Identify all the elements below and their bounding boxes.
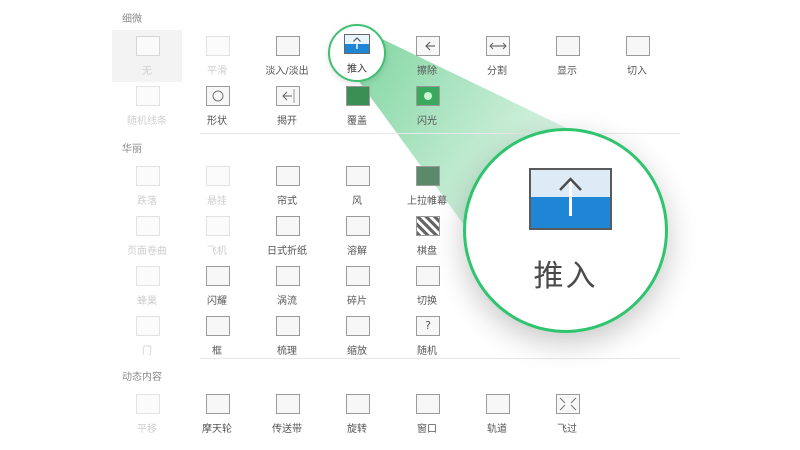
split-icon — [486, 36, 510, 56]
cover-icon — [346, 86, 370, 106]
transition-checkerboard[interactable]: 棋盘 — [392, 210, 462, 262]
divider — [200, 133, 680, 134]
transition-prestige[interactable]: 上拉帷幕 — [392, 160, 462, 212]
rotate-icon — [346, 394, 370, 414]
push-icon — [529, 168, 612, 230]
section-label-subtle: 细微 — [122, 14, 142, 25]
zoom-icon — [346, 316, 370, 336]
fade-icon — [276, 36, 300, 56]
transition-push-highlight[interactable]: 推入 — [328, 24, 386, 82]
fall-over-icon — [136, 166, 160, 186]
transition-cut[interactable]: 切入 — [602, 30, 672, 82]
morph-icon — [206, 36, 230, 56]
push-icon — [344, 34, 370, 54]
shred-icon — [346, 266, 370, 286]
conveyor-icon — [276, 394, 300, 414]
ferris-wheel-icon — [206, 394, 230, 414]
reveal-icon — [556, 36, 580, 56]
none-icon — [136, 36, 160, 56]
dissolve-icon — [346, 216, 370, 236]
checkerboard-icon — [416, 216, 440, 236]
shape-icon — [206, 86, 230, 106]
transition-switch[interactable]: 切换 — [392, 260, 462, 312]
doors-icon — [136, 316, 160, 336]
random-bars-icon — [136, 86, 160, 106]
fly-through-icon — [556, 394, 580, 414]
wind-icon — [346, 166, 370, 186]
cut-icon — [626, 36, 650, 56]
origami-icon — [276, 216, 300, 236]
transition-fade[interactable]: 淡入/淡出 — [252, 30, 322, 82]
pan-icon — [136, 394, 160, 414]
transition-flash[interactable]: 闪光 — [392, 80, 462, 132]
flash-icon — [416, 86, 440, 106]
wipe-icon — [416, 36, 440, 56]
curtains-icon — [276, 166, 300, 186]
transition-fly-through[interactable]: 飞过 — [532, 388, 602, 440]
vortex-icon — [276, 266, 300, 286]
magnifier-label: 推入 — [533, 259, 598, 294]
prestige-icon — [416, 166, 440, 186]
orbit-icon — [486, 394, 510, 414]
magnifier-callout: 推入 — [463, 128, 668, 333]
drape-icon — [206, 166, 230, 186]
section-label-exciting: 华丽 — [122, 144, 142, 155]
transition-random[interactable]: ? 随机 — [392, 310, 462, 362]
uncover-icon — [276, 86, 300, 106]
section-label-dynamic: 动态内容 — [122, 372, 162, 383]
question-icon: ? — [416, 316, 440, 336]
airplane-icon — [206, 216, 230, 236]
box-icon — [206, 316, 230, 336]
switch-icon — [416, 266, 440, 286]
page-curl-icon — [136, 216, 160, 236]
comb-icon — [276, 316, 300, 336]
window-icon — [416, 394, 440, 414]
glitter-icon — [206, 266, 230, 286]
transition-gallery: 细微 华丽 动态内容 无 平滑 淡入/淡出 擦除 分割 显示 切入 随机线条 形… — [0, 0, 800, 450]
honeycomb-icon — [136, 266, 160, 286]
